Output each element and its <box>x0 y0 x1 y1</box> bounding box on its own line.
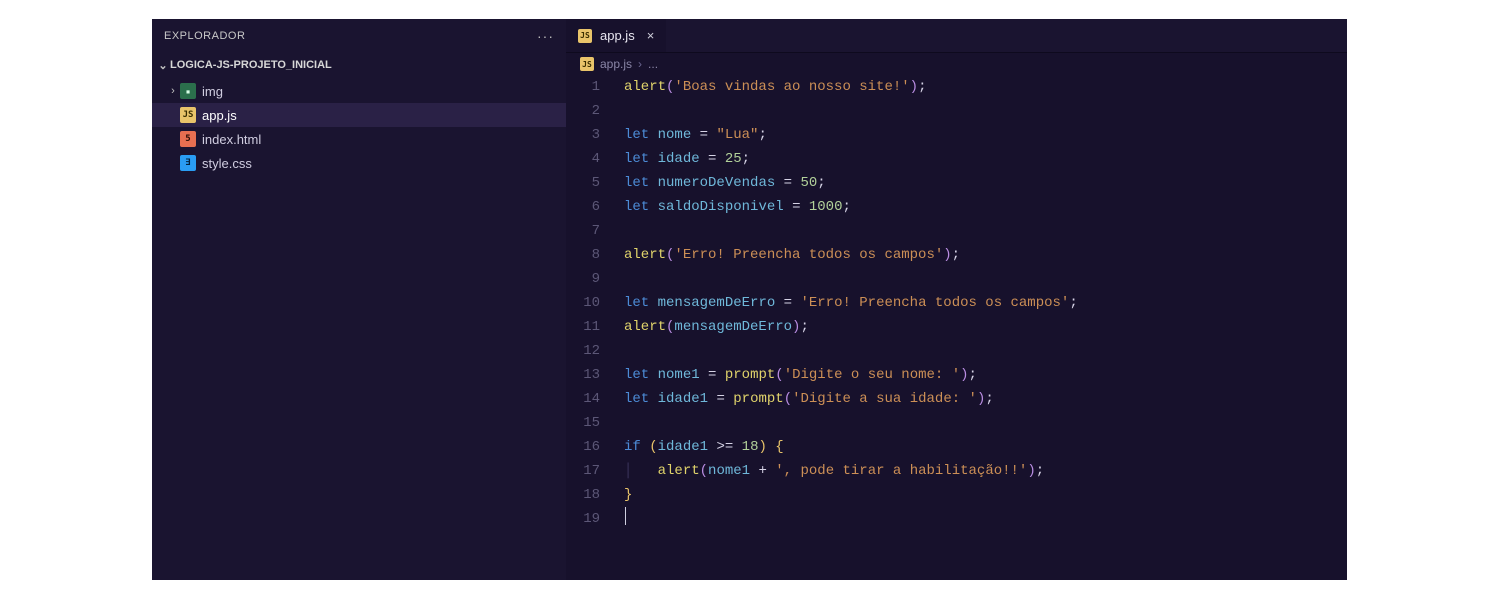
chevron-right-icon: › <box>166 85 180 97</box>
close-icon[interactable]: × <box>643 28 655 43</box>
tab-label: app.js <box>600 28 635 43</box>
code-line[interactable] <box>624 507 1347 531</box>
tab-app-js[interactable]: JS app.js × <box>566 19 666 52</box>
code-line[interactable] <box>624 339 1347 363</box>
code-editor[interactable]: 12345678910111213141516171819 alert('Boa… <box>566 75 1347 580</box>
code-line[interactable]: let saldoDisponivel = 1000; <box>624 195 1347 219</box>
tree-item-label: img <box>196 84 223 99</box>
tree-item-label: style.css <box>196 156 252 171</box>
code-line[interactable]: │ alert(nome1 + ', pode tirar a habilita… <box>624 459 1347 483</box>
line-number: 17 <box>566 459 600 483</box>
explorer-title: EXPLORADOR <box>164 30 245 42</box>
project-root[interactable]: ⌄ LOGICA-JS-PROJETO_INICIAL <box>152 53 566 77</box>
line-gutter: 12345678910111213141516171819 <box>566 75 614 580</box>
text-cursor <box>625 507 626 525</box>
file-tree: ›▪imgJSapp.js5index.html∃style.css <box>152 77 566 175</box>
line-number: 5 <box>566 171 600 195</box>
js-icon: JS <box>180 107 196 123</box>
line-number: 10 <box>566 291 600 315</box>
line-number: 3 <box>566 123 600 147</box>
js-icon: JS <box>580 57 594 71</box>
explorer-header: EXPLORADOR ··· <box>152 19 566 53</box>
chevron-down-icon: ⌄ <box>156 59 170 72</box>
code-line[interactable]: alert('Erro! Preencha todos os campos'); <box>624 243 1347 267</box>
line-number: 9 <box>566 267 600 291</box>
code-line[interactable]: } <box>624 483 1347 507</box>
editor-area: JS app.js × JS app.js › ... 123456789101… <box>566 19 1347 580</box>
tree-item-style-css[interactable]: ∃style.css <box>152 151 566 175</box>
tree-item-img[interactable]: ›▪img <box>152 79 566 103</box>
tree-item-label: app.js <box>196 108 237 123</box>
vscode-window: EXPLORADOR ··· ⌄ LOGICA-JS-PROJETO_INICI… <box>152 19 1347 580</box>
code-line[interactable] <box>624 99 1347 123</box>
css-icon: ∃ <box>180 155 196 171</box>
line-number: 13 <box>566 363 600 387</box>
line-number: 6 <box>566 195 600 219</box>
line-number: 15 <box>566 411 600 435</box>
breadcrumb-file: app.js <box>600 57 632 71</box>
code-line[interactable]: alert('Boas vindas ao nosso site!'); <box>624 75 1347 99</box>
line-number: 12 <box>566 339 600 363</box>
folder-icon: ▪ <box>180 83 196 99</box>
tab-bar: JS app.js × <box>566 19 1347 53</box>
code-line[interactable] <box>624 267 1347 291</box>
breadcrumb[interactable]: JS app.js › ... <box>566 53 1347 75</box>
line-number: 8 <box>566 243 600 267</box>
line-number: 7 <box>566 219 600 243</box>
code-line[interactable]: if (idade1 >= 18) { <box>624 435 1347 459</box>
line-number: 2 <box>566 99 600 123</box>
line-number: 4 <box>566 147 600 171</box>
line-number: 18 <box>566 483 600 507</box>
tree-item-app-js[interactable]: JSapp.js <box>152 103 566 127</box>
tree-item-label: index.html <box>196 132 261 147</box>
line-number: 11 <box>566 315 600 339</box>
js-icon: JS <box>578 29 592 43</box>
project-name: LOGICA-JS-PROJETO_INICIAL <box>170 59 332 71</box>
code-line[interactable]: let nome1 = prompt('Digite o seu nome: '… <box>624 363 1347 387</box>
code-line[interactable]: let idade1 = prompt('Digite a sua idade:… <box>624 387 1347 411</box>
explorer-more-icon[interactable]: ··· <box>537 28 554 44</box>
breadcrumb-tail: ... <box>648 57 658 71</box>
html-icon: 5 <box>180 131 196 147</box>
code-content[interactable]: alert('Boas vindas ao nosso site!'); let… <box>614 75 1347 580</box>
line-number: 14 <box>566 387 600 411</box>
code-line[interactable]: let nome = "Lua"; <box>624 123 1347 147</box>
tree-item-index-html[interactable]: 5index.html <box>152 127 566 151</box>
code-line[interactable]: alert(mensagemDeErro); <box>624 315 1347 339</box>
chevron-right-icon: › <box>638 57 642 71</box>
line-number: 19 <box>566 507 600 531</box>
line-number: 1 <box>566 75 600 99</box>
line-number: 16 <box>566 435 600 459</box>
code-line[interactable]: let mensagemDeErro = 'Erro! Preencha tod… <box>624 291 1347 315</box>
code-line[interactable]: let idade = 25; <box>624 147 1347 171</box>
code-line[interactable]: let numeroDeVendas = 50; <box>624 171 1347 195</box>
code-line[interactable] <box>624 411 1347 435</box>
explorer-sidebar: EXPLORADOR ··· ⌄ LOGICA-JS-PROJETO_INICI… <box>152 19 566 580</box>
code-line[interactable] <box>624 219 1347 243</box>
